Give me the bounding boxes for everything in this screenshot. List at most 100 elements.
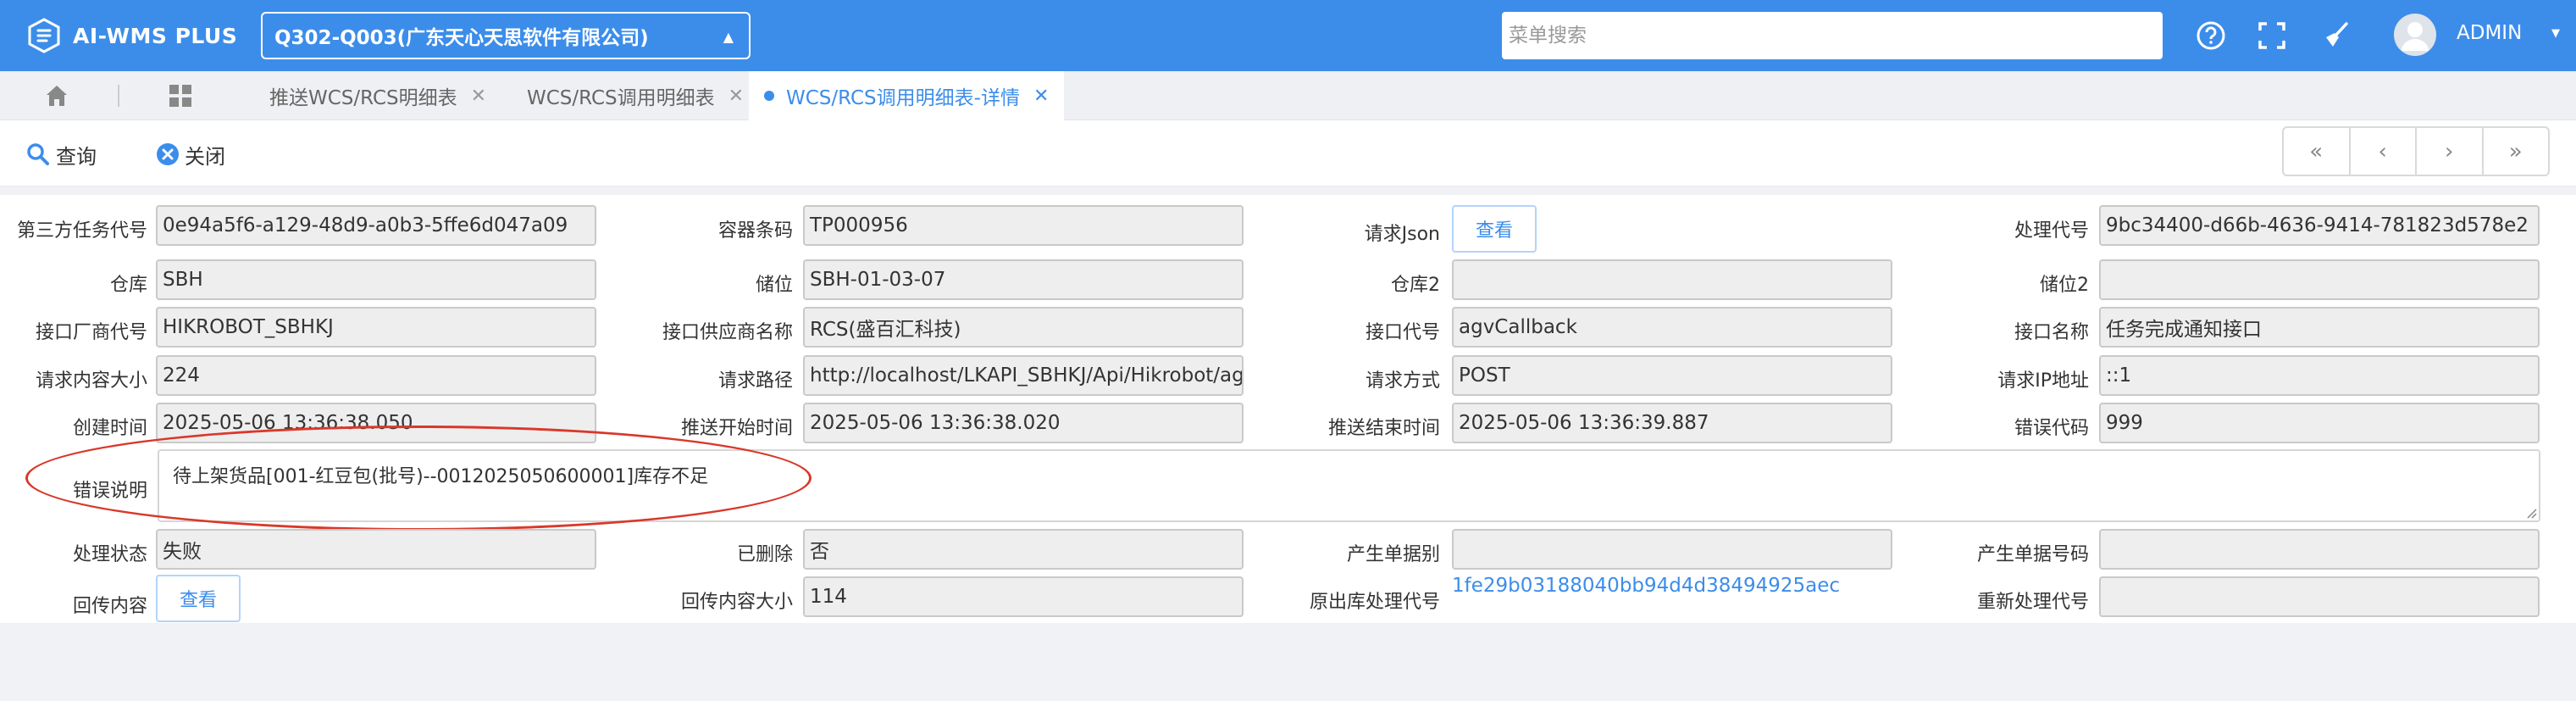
field-deleted[interactable]: 否 [803, 529, 1244, 570]
field-req-path[interactable]: http://localhost/LKAPI_SBHKJ/Api/Hikrobo… [803, 355, 1244, 396]
query-button[interactable]: 查询 [25, 139, 97, 170]
field-api-code[interactable]: agvCallback [1452, 307, 1892, 348]
company-select[interactable]: Q302-Q003(广东天心天思软件有限公司) ▲ [261, 12, 751, 59]
label-doc-type: 产生单据别 [1346, 544, 1440, 565]
close-icon[interactable]: ✕ [1033, 86, 1049, 107]
resize-grip-icon[interactable] [2525, 507, 2537, 519]
error-desc-text: 待上架货品[001-红豆包(批号)--0012025050600001]库存不足 [173, 466, 709, 487]
field-status[interactable]: 失败 [156, 529, 596, 570]
close-circle-icon [156, 142, 180, 166]
label-error-code: 错误代码 [2014, 418, 2089, 439]
label-deleted: 已删除 [736, 544, 793, 565]
query-label: 查询 [56, 144, 97, 169]
help-icon[interactable] [2194, 19, 2228, 53]
close-button[interactable]: 关闭 [156, 139, 225, 170]
prev-record-button[interactable]: ‹ [2351, 128, 2417, 175]
label-callback: 回传内容 [72, 596, 147, 617]
field-container-barcode[interactable]: TP000956 [803, 205, 1244, 246]
fullscreen-icon[interactable] [2255, 19, 2289, 53]
tab-label: 推送WCS/RCS明细表 [269, 87, 457, 109]
tab-divider [118, 85, 119, 107]
field-warehouse2[interactable] [1452, 259, 1892, 300]
label-created-at: 创建时间 [72, 418, 147, 439]
tab-label: WCS/RCS调用明细表-详情 [786, 87, 1020, 109]
chevron-down-icon[interactable]: ▼ [2551, 27, 2560, 40]
orig-process-code-link[interactable]: 1fe29b03188040bb94d4d38494925aec [1452, 575, 1840, 597]
field-callback-size[interactable]: 114 [803, 576, 1244, 617]
view-request-json-button[interactable]: 查看 [1452, 205, 1537, 253]
field-error-desc[interactable]: 待上架货品[001-红豆包(批号)--0012025050600001]库存不足 [158, 449, 2540, 522]
field-location[interactable]: SBH-01-03-07 [803, 259, 1244, 300]
app-title: AI-WMS PLUS [73, 23, 238, 48]
label-warehouse: 仓库 [109, 275, 147, 296]
field-push-end[interactable]: 2025-05-06 13:36:39.887 [1452, 403, 1892, 443]
grid-icon[interactable] [166, 81, 195, 110]
field-doc-type[interactable] [1452, 529, 1892, 570]
label-push-start: 推送开始时间 [680, 418, 793, 439]
caret-up-icon: ▲ [723, 29, 734, 45]
label-req-method: 请求方式 [1365, 370, 1440, 392]
top-header: AI-WMS PLUS Q302-Q003(广东天心天思软件有限公司) ▲ AD… [0, 0, 2576, 71]
avatar[interactable] [2394, 14, 2436, 56]
toolbar: 查询 关闭 [0, 120, 2576, 186]
search-icon [25, 142, 51, 167]
field-third-task-code[interactable]: 0e94a5f6-a129-48d9-a0b3-5ffe6d047a09 [156, 205, 596, 246]
label-status: 处理状态 [72, 544, 147, 565]
field-vendor-code[interactable]: HIKROBOT_SBHKJ [156, 307, 596, 348]
label-process-code: 处理代号 [2014, 220, 2089, 242]
broom-icon[interactable] [2319, 19, 2353, 53]
label-req-size: 请求内容大小 [35, 370, 147, 392]
label-doc-no: 产生单据号码 [1976, 544, 2089, 565]
close-icon[interactable]: ✕ [728, 86, 744, 107]
label-api-code: 接口代号 [1365, 322, 1440, 343]
label-container-barcode: 容器条码 [717, 220, 793, 242]
first-record-button[interactable]: « [2284, 128, 2351, 175]
field-vendor-name[interactable]: RCS(盛百汇科技) [803, 307, 1244, 348]
tabs-bar: 推送WCS/RCS明细表 ✕ WCS/RCS调用明细表 ✕ WCS/RCS调用明… [0, 71, 2576, 120]
field-req-size[interactable]: 224 [156, 355, 596, 396]
label-api-name: 接口名称 [2014, 322, 2089, 343]
field-process-code[interactable]: 9bc34400-d66b-4636-9414-781823d578e2 [2099, 205, 2540, 246]
label-req-path: 请求路径 [717, 370, 793, 392]
tab-label: WCS/RCS调用明细表 [527, 87, 715, 109]
field-doc-no[interactable] [2099, 529, 2540, 570]
tab-wcs-rcs-call-detail[interactable]: WCS/RCS调用明细表-详情 ✕ [749, 71, 1065, 120]
label-vendor-name: 接口供应商名称 [662, 322, 793, 343]
app-logo[interactable]: AI-WMS PLUS [25, 14, 237, 58]
field-req-ip[interactable]: ::1 [2099, 355, 2540, 396]
tab-push-wcs-rcs[interactable]: 推送WCS/RCS明细表 ✕ [254, 71, 501, 120]
active-dot [764, 91, 774, 101]
close-icon[interactable]: ✕ [471, 86, 486, 107]
company-name: Q302-Q003(广东天心天思软件有限公司) [274, 27, 649, 49]
field-error-code[interactable]: 999 [2099, 403, 2540, 443]
field-push-start[interactable]: 2025-05-06 13:36:38.020 [803, 403, 1244, 443]
next-record-button[interactable]: › [2417, 128, 2484, 175]
field-created-at[interactable]: 2025-05-06 13:36:38.050 [156, 403, 596, 443]
label-warehouse2: 仓库2 [1391, 275, 1440, 296]
label-location: 储位 [755, 275, 793, 296]
close-label: 关闭 [185, 144, 225, 169]
home-icon[interactable] [42, 81, 71, 110]
user-name[interactable]: ADMIN [2457, 22, 2522, 44]
menu-search-input[interactable] [1502, 12, 2163, 59]
last-record-button[interactable]: » [2484, 128, 2549, 175]
label-push-end: 推送结束时间 [1327, 418, 1440, 439]
label-reprocess-code: 重新处理代号 [1976, 592, 2089, 613]
label-third-task-code: 第三方任务代号 [16, 220, 147, 242]
field-api-name[interactable]: 任务完成通知接口 [2099, 307, 2540, 348]
label-request-json: 请求Json [1364, 224, 1440, 245]
label-location2: 储位2 [2040, 275, 2089, 296]
label-req-ip: 请求IP地址 [1997, 370, 2089, 392]
tab-wcs-rcs-call[interactable]: WCS/RCS调用明细表 ✕ [512, 71, 759, 120]
label-callback-size: 回传内容大小 [680, 592, 793, 613]
field-warehouse[interactable]: SBH [156, 259, 596, 300]
record-pager: « ‹ › » [2282, 126, 2550, 176]
label-vendor-code: 接口厂商代号 [35, 322, 147, 343]
field-location2[interactable] [2099, 259, 2540, 300]
view-callback-button[interactable]: 查看 [156, 575, 241, 622]
logo-icon [28, 18, 60, 53]
field-reprocess-code[interactable] [2099, 576, 2540, 617]
label-orig-process-code: 原出库处理代号 [1309, 592, 1440, 613]
label-error-desc: 错误说明 [72, 481, 147, 502]
field-req-method[interactable]: POST [1452, 355, 1892, 396]
